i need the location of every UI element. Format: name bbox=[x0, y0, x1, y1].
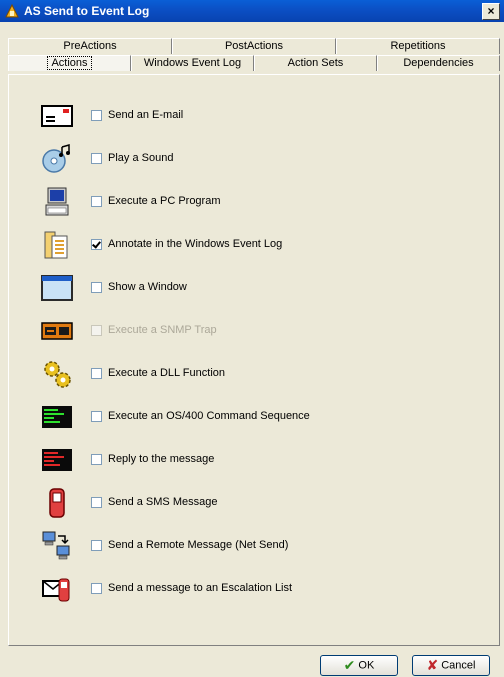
window-icon bbox=[41, 275, 73, 301]
action-row-snmp: Execute a SNMP Trap bbox=[41, 315, 481, 349]
action-row-reply: Reply to the message bbox=[41, 444, 481, 478]
action-row-sms: Send a SMS Message bbox=[41, 487, 481, 521]
ok-button[interactable]: ✔ OK bbox=[320, 655, 398, 676]
play-sound-checkbox[interactable] bbox=[91, 153, 102, 164]
snmp-trap-checkbox[interactable] bbox=[91, 325, 102, 336]
os400-terminal-icon bbox=[42, 406, 72, 428]
execute-dll-label: Execute a DLL Function bbox=[108, 367, 225, 379]
tab-strip: PreActions PostActions Repetitions Actio… bbox=[8, 38, 500, 74]
action-row-event-log: Annotate in the Windows Event Log bbox=[41, 229, 481, 263]
app-icon bbox=[5, 3, 19, 18]
tab-actions[interactable]: Actions bbox=[8, 55, 131, 71]
mobile-phone-icon bbox=[49, 488, 65, 518]
escalation-icon bbox=[42, 578, 70, 602]
close-button[interactable]: × bbox=[482, 3, 500, 20]
network-computers-icon bbox=[42, 531, 70, 560]
snmp-icon bbox=[41, 322, 73, 340]
sound-icon bbox=[42, 144, 70, 173]
event-log-icon bbox=[44, 231, 68, 259]
action-row-net-send: Send a Remote Message (Net Send) bbox=[41, 530, 481, 564]
play-sound-label: Play a Sound bbox=[108, 152, 174, 164]
reply-terminal-icon bbox=[42, 449, 72, 471]
execute-pc-program-label: Execute a PC Program bbox=[108, 195, 221, 207]
action-row-pc-program: Execute a PC Program bbox=[41, 186, 481, 220]
tab-repetitions[interactable]: Repetitions bbox=[336, 38, 500, 54]
tab-windows-event-log[interactable]: Windows Event Log bbox=[131, 55, 254, 71]
reply-message-label: Reply to the message bbox=[108, 453, 215, 465]
cancel-button-label: Cancel bbox=[441, 659, 476, 672]
show-window-checkbox[interactable] bbox=[91, 282, 102, 293]
action-row-show-window: Show a Window bbox=[41, 272, 481, 306]
tab-action-sets[interactable]: Action Sets bbox=[254, 55, 377, 71]
send-sms-label: Send a SMS Message bbox=[108, 496, 218, 508]
escalation-list-checkbox[interactable] bbox=[91, 583, 102, 594]
tab-actions-label: Actions bbox=[47, 56, 92, 70]
net-send-label: Send a Remote Message (Net Send) bbox=[108, 539, 289, 551]
send-email-checkbox[interactable] bbox=[91, 110, 102, 121]
tab-preactions[interactable]: PreActions bbox=[8, 38, 172, 54]
os400-command-label: Execute an OS/400 Command Sequence bbox=[108, 410, 310, 422]
send-email-label: Send an E-mail bbox=[108, 109, 184, 121]
annotate-event-log-checkbox[interactable] bbox=[91, 239, 102, 250]
actions-panel: Send an E-mail Play a Sound Execute a PC… bbox=[8, 74, 500, 646]
action-row-os400: Execute an OS/400 Command Sequence bbox=[41, 401, 481, 435]
reply-message-checkbox[interactable] bbox=[91, 454, 102, 465]
pc-program-icon bbox=[45, 187, 69, 216]
email-icon bbox=[41, 105, 73, 127]
snmp-trap-label: Execute a SNMP Trap bbox=[108, 324, 217, 336]
cancel-x-icon: ✘ bbox=[426, 657, 439, 673]
execute-dll-checkbox[interactable] bbox=[91, 368, 102, 379]
action-row-escalation: Send a message to an Escalation List bbox=[41, 573, 481, 607]
annotate-event-log-label: Annotate in the Windows Event Log bbox=[108, 238, 283, 250]
show-window-label: Show a Window bbox=[108, 281, 187, 293]
action-row-email: Send an E-mail bbox=[41, 100, 481, 134]
action-row-sound: Play a Sound bbox=[41, 143, 481, 177]
tab-postactions[interactable]: PostActions bbox=[172, 38, 336, 54]
ok-button-label: OK bbox=[358, 659, 375, 672]
check-icon: ✔ bbox=[343, 657, 356, 673]
title-bar: AS Send to Event Log × bbox=[0, 0, 504, 22]
net-send-checkbox[interactable] bbox=[91, 540, 102, 551]
window-title: AS Send to Event Log bbox=[24, 4, 150, 18]
execute-pc-program-checkbox[interactable] bbox=[91, 196, 102, 207]
escalation-list-label: Send a message to an Escalation List bbox=[108, 582, 293, 594]
action-row-dll: Execute a DLL Function bbox=[41, 358, 481, 392]
os400-command-checkbox[interactable] bbox=[91, 411, 102, 422]
send-sms-checkbox[interactable] bbox=[91, 497, 102, 508]
tab-dependencies[interactable]: Dependencies bbox=[377, 55, 500, 71]
gears-icon bbox=[44, 361, 71, 388]
cancel-button[interactable]: ✘ Cancel bbox=[412, 655, 490, 676]
